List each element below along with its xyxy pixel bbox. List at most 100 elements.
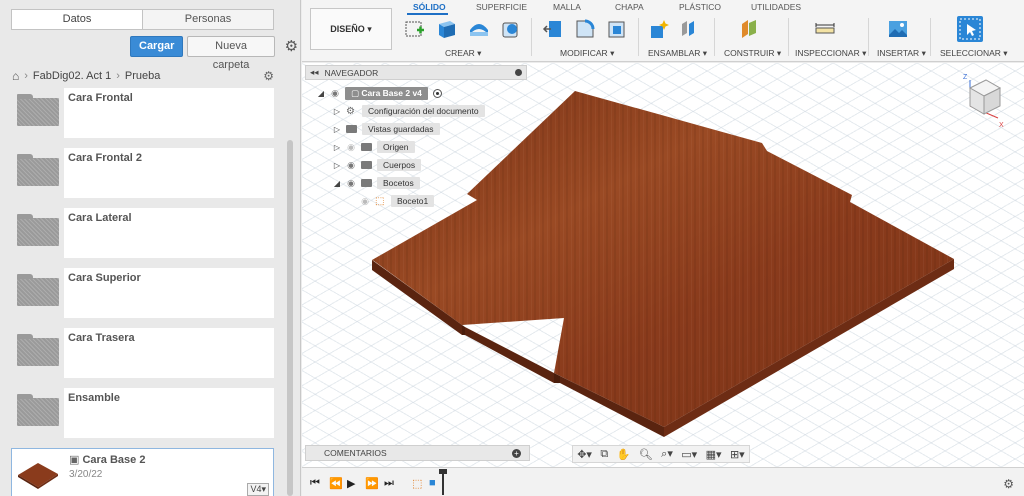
folder-name: Cara Frontal [68,92,133,104]
step-forward-icon[interactable]: ⏩ [365,477,379,490]
list-item[interactable]: Cara Frontal 2 [11,148,274,198]
tree-item-sketch1[interactable]: ◉ ⬚ Boceto1 [360,194,435,208]
viewports-icon[interactable]: ⊞▾ [730,448,745,461]
expand-arrow-icon[interactable]: ◢ [333,179,341,188]
sketch-feature-icon[interactable]: ⬚ [412,477,422,490]
expand-arrow-icon[interactable]: ▷ [333,161,341,170]
team-settings-icon[interactable]: ⚙ [263,69,274,83]
insert-image-icon[interactable] [887,18,909,40]
breadcrumb-folder[interactable]: Prueba [125,70,160,82]
tab-superficie[interactable]: SUPERFICIE [476,2,527,12]
tree-item-named-views[interactable]: ▷ Vistas guardadas [333,122,440,136]
select-menu[interactable]: SELECCIONAR ▾ [940,48,1008,59]
zoom-icon[interactable]: 🔍︎ [639,448,653,461]
design-list-item[interactable]: ▣ Cara Base 2 3/20/22 V4▾ [11,448,274,496]
toolbar-divider [714,18,715,56]
tab-chapa[interactable]: CHAPA [615,2,644,12]
version-select[interactable]: V4▾ [247,483,269,496]
fillet-icon[interactable] [574,18,596,40]
visibility-eye-icon[interactable]: ◉ [346,160,356,171]
new-folder-button[interactable]: Nueva carpeta [187,36,275,71]
tab-utilidades[interactable]: UTILIDADES [751,2,801,12]
navigator-title: NAVEGADOR [324,67,379,78]
extrude-feature-icon[interactable]: ■ [429,477,436,489]
tab-personas[interactable]: Personas [143,10,273,29]
tree-item-sketches[interactable]: ◢ ◉ Bocetos [333,176,420,190]
extrude-icon[interactable] [436,18,458,40]
box-icon[interactable] [500,18,522,40]
collapse-icon[interactable]: ◂◂ [310,67,319,78]
measure-icon[interactable] [814,18,836,40]
svg-text:Z: Z [963,74,968,81]
data-panel-actions: Cargar Nueva carpeta ⚙ [130,36,300,71]
activate-radio-icon[interactable] [432,88,442,98]
upload-button[interactable]: Cargar [130,36,184,57]
design-thumbnail [12,449,65,496]
expand-arrow-icon[interactable]: ▷ [333,125,341,134]
timeline-settings-gear-icon[interactable]: ⚙ [1003,477,1014,491]
view-cube[interactable]: Z X [958,72,1008,132]
toolbar-divider [788,18,789,56]
shell-icon[interactable] [606,18,628,40]
visibility-eye-icon[interactable]: ◉ [346,142,356,153]
tab-datos[interactable]: Datos [12,10,143,29]
construct-menu[interactable]: CONSTRUIR ▾ [724,48,781,59]
home-icon[interactable]: ⌂ [12,69,19,83]
list-item[interactable]: Cara Lateral [11,208,274,258]
design-name: ▣ Cara Base 2 [69,454,146,466]
insert-menu[interactable]: INSERTAR ▾ [877,48,926,59]
folder-name: Ensamble [68,392,120,404]
tree-root[interactable]: ◢ ◉ ▢ Cara Base 2 v4 [317,86,442,100]
folder-icon [361,161,372,169]
expand-arrow-icon[interactable]: ◢ [317,89,325,98]
file-list-scrollbar[interactable] [287,140,293,496]
display-settings-icon[interactable]: ▭▾ [681,448,697,461]
expand-arrow-icon[interactable]: ▷ [333,143,341,152]
navigator-header[interactable]: ◂◂ NAVEGADOR [305,65,527,80]
orbit-icon[interactable]: ✥▾ [577,448,592,461]
list-item[interactable]: Ensamble [11,388,274,438]
create-sketch-icon[interactable] [404,18,426,40]
press-pull-icon[interactable] [542,18,564,40]
list-item[interactable]: Cara Trasera [11,328,274,378]
list-item[interactable]: Cara Frontal [11,88,274,138]
folder-icon [11,388,64,438]
select-icon[interactable] [957,16,983,42]
inspect-menu[interactable]: INSPECCIONAR ▾ [795,48,866,59]
construct-plane-icon[interactable] [738,18,760,40]
fit-zoom-icon[interactable]: ⌕▾ [661,447,673,461]
new-component-icon[interactable] [648,18,670,40]
go-to-end-icon[interactable]: ⏭ [384,477,394,490]
step-back-icon[interactable]: ⏪ [329,477,343,490]
tree-item-document-settings[interactable]: ▷ ⚙ Configuración del documento [333,104,485,118]
comments-panel[interactable]: COMENTARIOS + [305,445,530,461]
create-menu[interactable]: CREAR ▾ [445,48,481,59]
breadcrumb-project[interactable]: FabDig02. Act 1 [33,70,111,82]
visibility-eye-icon[interactable]: ◉ [346,178,356,189]
grid-settings-icon[interactable]: ▦▾ [706,448,722,461]
expand-arrow-icon[interactable]: ▷ [333,107,341,116]
assemble-menu[interactable]: ENSAMBLAR ▾ [648,48,707,59]
play-icon[interactable]: ▶ [347,477,355,490]
tab-plastico[interactable]: PLÁSTICO [679,2,721,12]
timeline-marker[interactable] [439,469,447,495]
look-at-icon[interactable]: ⧉ [600,448,608,461]
revolve-icon[interactable] [468,18,490,40]
list-item[interactable]: Cara Superior [11,268,274,318]
gear-icon[interactable]: ⚙ [283,38,300,56]
visibility-eye-icon[interactable]: ◉ [330,88,340,99]
modify-menu[interactable]: MODIFICAR ▾ [560,48,614,59]
tree-item-origin[interactable]: ▷ ◉ Origen [333,140,415,154]
joint-icon[interactable] [678,18,700,40]
pan-hand-icon[interactable]: ✋ [617,448,631,461]
visibility-eye-icon[interactable]: ◉ [360,196,370,207]
pin-icon[interactable] [515,69,522,76]
tab-malla[interactable]: MALLA [553,2,581,12]
go-to-start-icon[interactable]: ⏮ [310,477,320,490]
toolbar-divider [638,18,639,56]
workspace-select[interactable]: DISEÑO ▾ [310,8,392,50]
folder-icon [11,268,64,318]
tree-item-bodies[interactable]: ▷ ◉ Cuerpos [333,158,422,172]
add-comment-icon[interactable]: + [512,448,521,458]
tab-solido[interactable]: SÓLIDO [413,2,446,12]
